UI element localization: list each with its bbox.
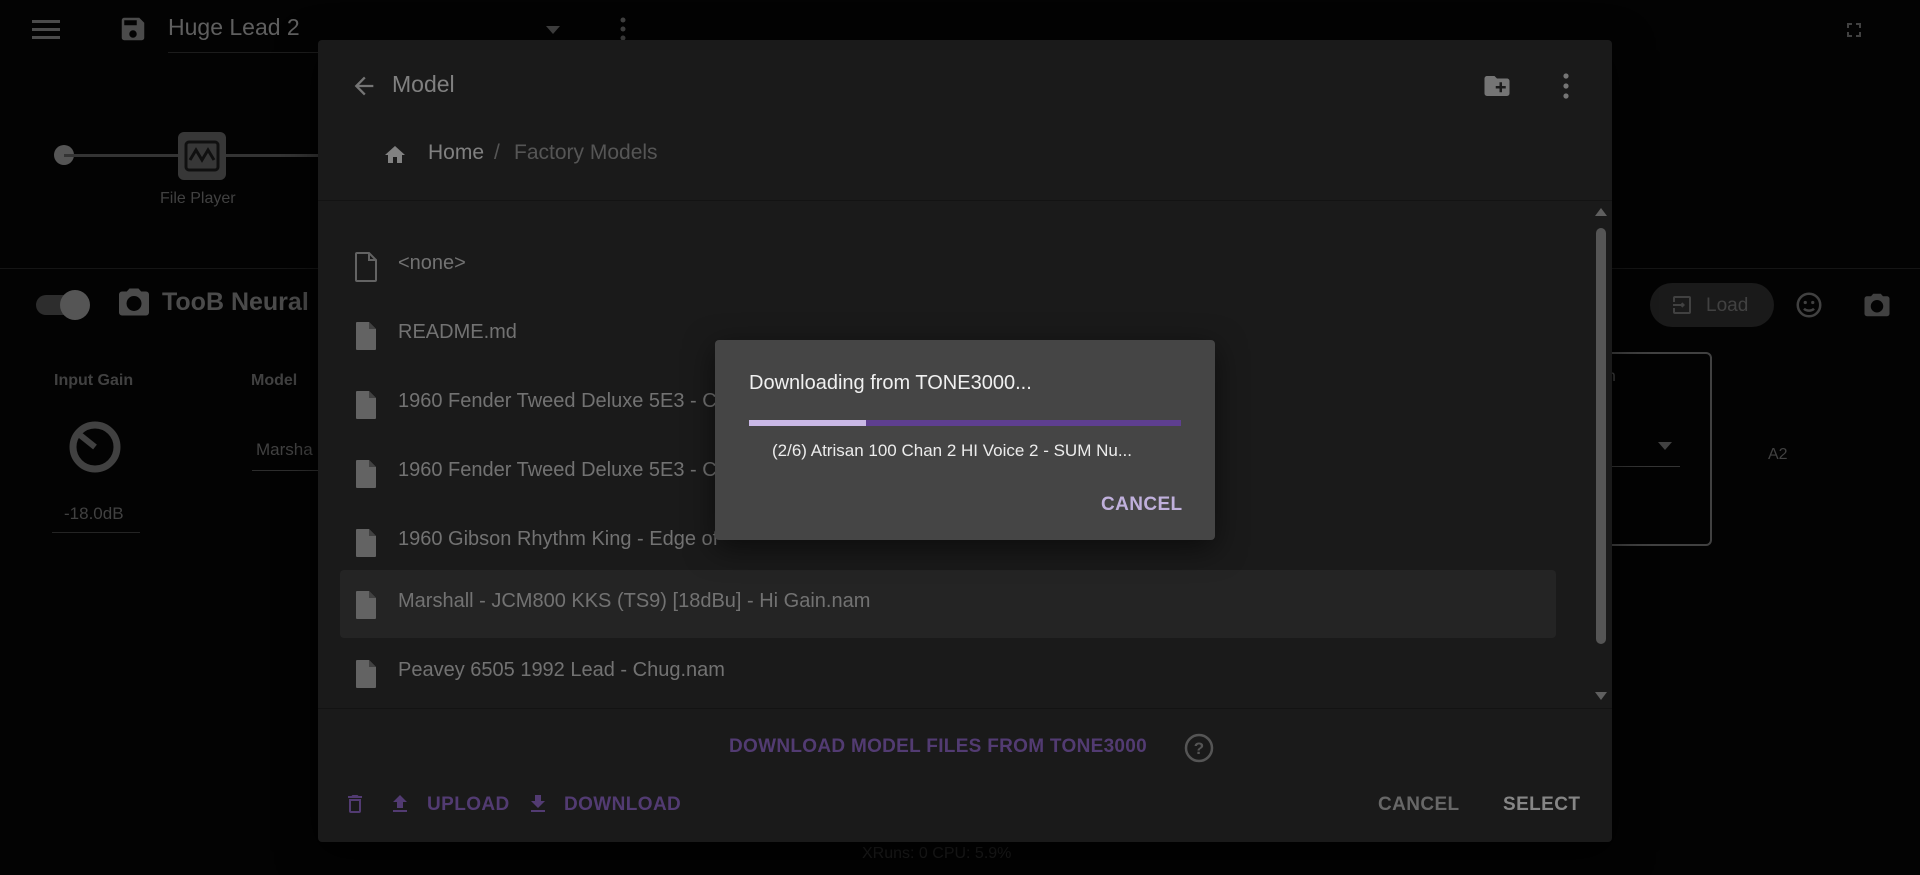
progress-file-text: (2/6) Atrisan 100 Chan 2 HI Voice 2 - SU… (772, 441, 1132, 460)
progress-cancel-button[interactable]: CANCEL (1101, 494, 1183, 516)
progress-title: Downloading from TONE3000... (749, 372, 1032, 394)
progress-bar-fill (749, 420, 866, 426)
